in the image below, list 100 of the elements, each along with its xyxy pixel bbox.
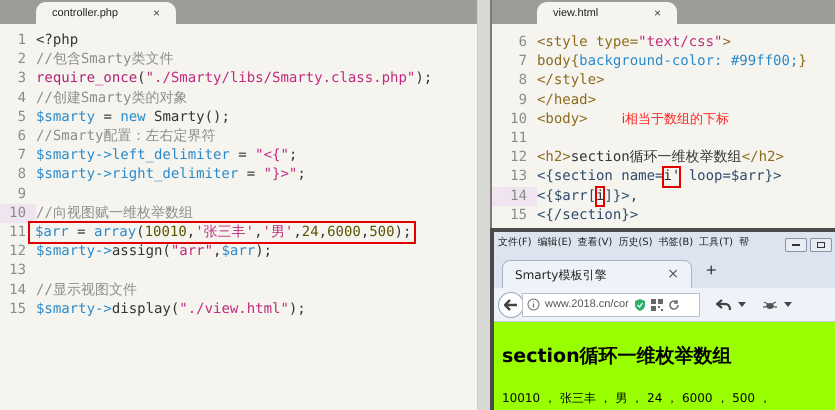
code-token: section循环一维枚举数组 [570,148,742,168]
bug-icon[interactable] [762,298,778,310]
highlighted-code: i [596,186,604,206]
line-number: 14 [8,280,27,300]
reload-icon[interactable] [668,298,680,310]
line-number: 8 [16,165,27,184]
code-token: ; [297,165,306,184]
code-token: ( [136,223,145,242]
code-token: = [246,165,256,184]
code-token: loop=$arr}> [688,167,782,186]
code-token: , [254,223,262,242]
code-token: require_once [36,69,138,88]
line-number: 11 [8,223,27,242]
line-number: 9 [16,184,27,204]
browser-tab[interactable]: Smarty模板引擎 × [502,260,692,288]
code-token: $smarty [36,108,96,127]
back-button[interactable] [498,292,524,318]
menu-item[interactable]: 文件(F) [498,234,532,250]
code-token: $smarty->left_delimiter [36,146,230,166]
code-token: //Smarty配置：左右定界符 [36,127,216,146]
code-token: <h2> [537,148,571,168]
menu-item[interactable]: 书签(B) [658,234,694,250]
code-token: $smarty-> [36,300,112,319]
code-token: } [798,52,807,72]
line-number: 5 [16,108,27,127]
code-token: ); [255,242,272,262]
shield-icon [634,298,646,312]
code-token: assign( [112,242,171,262]
code-token: "}>" [264,165,298,184]
code-token: ]}>, [604,186,638,206]
close-icon[interactable]: × [654,4,661,22]
code-token: <?php [36,31,78,50]
line-number: 3 [16,69,27,88]
close-icon[interactable]: × [667,264,679,285]
line-number: 6 [518,33,528,52]
menu-item[interactable]: 查看(V) [578,234,612,250]
maximize-button[interactable] [810,238,832,252]
code-token: $arr [221,242,256,262]
line-number: 13 [509,167,528,186]
highlighted-code: i' [663,167,680,187]
menu-item[interactable]: 工具(T) [699,234,734,250]
menu-item[interactable]: 历史(S) [618,234,652,250]
code-token: //创建Smarty类的对象 [36,88,188,108]
line-number: 7 [518,52,528,72]
annotation-text: i相当于数组的下标 [622,110,730,129]
line-number: 10 [509,110,528,129]
line-number: 11 [509,129,528,148]
back-arrow-icon [504,298,518,310]
editor-tab[interactable]: controller.php × [36,2,176,24]
dropdown-icon[interactable] [784,302,792,307]
code-token: 24 [302,223,319,242]
line-number: 13 [8,261,27,280]
code-token: //包含Smarty类文件 [36,50,174,70]
url-text: www.2018.cn/cor [545,297,629,312]
code-token: = [76,223,87,242]
line-number: 8 [518,71,528,90]
code-token: "arr" [170,242,214,262]
code-token: "./view.html" [179,300,289,319]
code-token: array [94,223,136,242]
info-icon [527,298,540,311]
code-token: "<{" [255,146,289,166]
qr-code-icon [650,298,663,310]
line-number: 7 [16,146,27,166]
code-token: //向视图赋一维枚举数组 [36,204,193,223]
line-number: 6 [16,127,27,146]
new-tab-button[interactable]: + [706,257,717,284]
code-token: <style type= [537,33,638,52]
code-token: = [102,108,113,127]
code-token: <{/section}> [537,206,638,225]
code-token: "./Smarty/libs/Smarty.class.php" [146,69,416,88]
code-token: 10010 [144,223,187,242]
menu-item[interactable]: 编辑(E) [538,234,572,250]
array-output: 10010 ， 张三丰 ， 男 ， 24 ， 6000 ， 500 ， [502,390,772,406]
code-token: ; [288,146,298,166]
code-token: ); [288,300,306,319]
line-number: 14 [492,186,537,206]
editor-tab[interactable]: view.html × [537,2,677,24]
code-token: "text/css" [638,33,722,52]
dropdown-icon[interactable] [738,302,746,307]
code-token: </head> [537,90,596,110]
scrollbar[interactable] [478,0,490,410]
code-token: </style> [537,71,604,90]
close-icon[interactable]: × [152,4,160,22]
code-token: new [120,108,146,127]
code-token: display( [112,300,180,319]
code-token: $smarty-> [36,242,112,262]
page-heading: section循环一维枚举数组 [502,344,733,369]
code-token: </h2> [742,148,784,168]
code-token: , [293,223,302,242]
code-token: > [722,33,731,52]
minimize-button[interactable] [785,238,807,252]
code-token: '张三丰' [195,223,254,242]
address-field[interactable]: www.2018.cn/cor [522,292,700,316]
code-token: , [213,242,222,262]
code-token: ( [137,69,146,88]
line-number: 9 [518,90,528,110]
line-number: 2 [16,50,27,70]
undo-icon[interactable] [716,298,732,310]
menu-item[interactable]: 帮 [739,234,750,250]
code-token: $smarty->right_delimiter [36,165,238,184]
